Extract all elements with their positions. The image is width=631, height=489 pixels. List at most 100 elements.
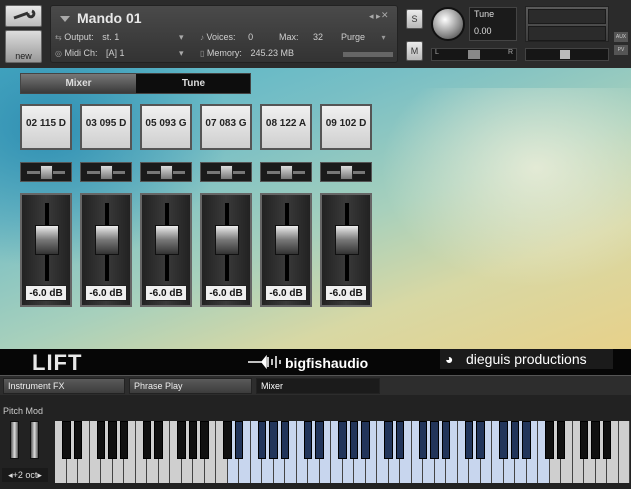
memory-value: 245.23 MB bbox=[250, 48, 294, 58]
black-key[interactable] bbox=[395, 421, 405, 459]
midi-row[interactable]: ◎ Midi Ch: [A] 1 bbox=[55, 48, 125, 58]
black-key[interactable] bbox=[154, 421, 163, 459]
channel-db: -6.0 dB bbox=[25, 285, 67, 301]
channel-fader[interactable]: -6.0 dB bbox=[320, 193, 372, 307]
output-dropdown-icon[interactable]: ▾ bbox=[179, 32, 184, 43]
black-key[interactable] bbox=[361, 421, 370, 459]
black-key[interactable] bbox=[499, 421, 508, 459]
black-key[interactable] bbox=[234, 421, 244, 459]
pan-right-label: R bbox=[507, 49, 513, 56]
pv-button[interactable]: PV bbox=[614, 45, 628, 55]
channel-label: 07 083 G bbox=[200, 104, 252, 150]
channel-pan[interactable] bbox=[80, 162, 132, 182]
memory-icon: ▯ bbox=[200, 49, 205, 58]
volume-slider[interactable] bbox=[525, 48, 609, 61]
black-key[interactable] bbox=[73, 421, 83, 459]
max-voices[interactable]: Max: 32 bbox=[279, 32, 323, 42]
white-key[interactable] bbox=[618, 421, 630, 483]
mute-button[interactable]: M bbox=[406, 41, 423, 61]
kontakt-instrument-window: new Mando 01 ◂ ▸ ✕ ⇆ Output: st. 1 ▾ ♪ V… bbox=[0, 0, 631, 489]
black-key[interactable] bbox=[384, 421, 393, 459]
channel-fader[interactable]: -6.0 dB bbox=[140, 193, 192, 307]
black-key[interactable] bbox=[108, 421, 117, 459]
black-key[interactable] bbox=[602, 421, 612, 459]
channel-fader[interactable]: -6.0 dB bbox=[80, 193, 132, 307]
black-key[interactable] bbox=[556, 421, 566, 459]
channel-fader[interactable]: -6.0 dB bbox=[260, 193, 312, 307]
script-tabs: Instrument FX Phrase Play Mixer bbox=[0, 375, 631, 395]
solo-button[interactable]: S bbox=[406, 9, 423, 29]
prev-next-arrows[interactable]: ◂ ▸ bbox=[369, 11, 381, 22]
tune-knob[interactable] bbox=[431, 7, 465, 41]
channel-fader[interactable]: -6.0 dB bbox=[200, 193, 252, 307]
octave-shift[interactable]: ◂+2 oct▸ bbox=[2, 468, 48, 482]
black-key[interactable] bbox=[545, 421, 554, 459]
black-key[interactable] bbox=[476, 421, 485, 459]
black-key[interactable] bbox=[96, 421, 106, 459]
black-key[interactable] bbox=[303, 421, 313, 459]
black-key[interactable] bbox=[142, 421, 152, 459]
voices-label: Voices: bbox=[206, 32, 236, 42]
channel-pan[interactable] bbox=[140, 162, 192, 182]
wrench-button[interactable] bbox=[5, 5, 42, 27]
output-icon: ⇆ bbox=[55, 33, 62, 42]
new-instrument-button[interactable]: new bbox=[5, 30, 42, 63]
tab-tune[interactable]: Tune bbox=[137, 74, 250, 93]
black-key[interactable] bbox=[177, 421, 186, 459]
black-key[interactable] bbox=[280, 421, 290, 459]
mod-wheel[interactable] bbox=[30, 421, 39, 459]
black-key[interactable] bbox=[223, 421, 232, 459]
black-key[interactable] bbox=[579, 421, 589, 459]
chevron-down-icon: ▾ bbox=[381, 33, 386, 42]
midi-value: [A] 1 bbox=[106, 48, 125, 58]
max-value: 32 bbox=[313, 32, 324, 42]
black-key[interactable] bbox=[418, 421, 428, 459]
level-meter bbox=[525, 6, 609, 42]
tab-instrument-fx[interactable]: Instrument FX bbox=[3, 378, 125, 394]
channel-db: -6.0 dB bbox=[205, 285, 247, 301]
black-key[interactable] bbox=[119, 421, 129, 459]
close-icon[interactable]: ✕ bbox=[381, 10, 389, 21]
output-value: st. 1 bbox=[102, 32, 120, 42]
pan-slider[interactable]: L R bbox=[431, 48, 517, 61]
piano-keyboard[interactable] bbox=[55, 421, 630, 483]
tab-phrase-play[interactable]: Phrase Play bbox=[129, 378, 252, 394]
voices-row: ♪ Voices: 0 bbox=[200, 32, 253, 42]
black-key[interactable] bbox=[522, 421, 531, 459]
black-key[interactable] bbox=[188, 421, 198, 459]
purge-label: Purge bbox=[341, 32, 366, 42]
pan-left-label: L bbox=[435, 49, 439, 56]
collapse-arrow-icon[interactable] bbox=[60, 16, 70, 22]
output-row[interactable]: ⇆ Output: st. 1 bbox=[55, 32, 119, 42]
pitch-wheel[interactable] bbox=[10, 421, 19, 459]
wrench-icon bbox=[13, 9, 36, 20]
purge-dropdown[interactable]: Purge ▾ bbox=[341, 32, 386, 42]
black-key[interactable] bbox=[510, 421, 520, 459]
black-key[interactable] bbox=[315, 421, 324, 459]
black-key[interactable] bbox=[269, 421, 278, 459]
black-key[interactable] bbox=[257, 421, 267, 459]
channel-pan[interactable] bbox=[320, 162, 372, 182]
black-key[interactable] bbox=[430, 421, 439, 459]
black-key[interactable] bbox=[200, 421, 209, 459]
channel-pan[interactable] bbox=[20, 162, 72, 182]
channel-fader[interactable]: -6.0 dB bbox=[20, 193, 72, 307]
black-key[interactable] bbox=[441, 421, 451, 459]
dieguis-label: dieguis productions bbox=[466, 351, 587, 367]
channel-pan[interactable] bbox=[200, 162, 252, 182]
black-key[interactable] bbox=[349, 421, 359, 459]
aux-button[interactable]: AUX bbox=[614, 32, 628, 42]
black-key[interactable] bbox=[464, 421, 474, 459]
tab-mixer-script[interactable]: Mixer bbox=[256, 378, 380, 394]
dieguis-mark-icon: ◕ bbox=[445, 351, 454, 367]
black-key[interactable] bbox=[62, 421, 71, 459]
output-label: Output: bbox=[64, 32, 94, 42]
midi-dropdown-icon[interactable]: ▾ bbox=[179, 48, 184, 59]
memory-label: Memory: bbox=[206, 48, 242, 58]
black-key[interactable] bbox=[338, 421, 347, 459]
voices-value: 0 bbox=[248, 32, 254, 42]
black-key[interactable] bbox=[591, 421, 600, 459]
instrument-name[interactable]: Mando 01 bbox=[77, 10, 142, 26]
channel-pan[interactable] bbox=[260, 162, 312, 182]
tab-mixer[interactable]: Mixer bbox=[21, 74, 136, 93]
